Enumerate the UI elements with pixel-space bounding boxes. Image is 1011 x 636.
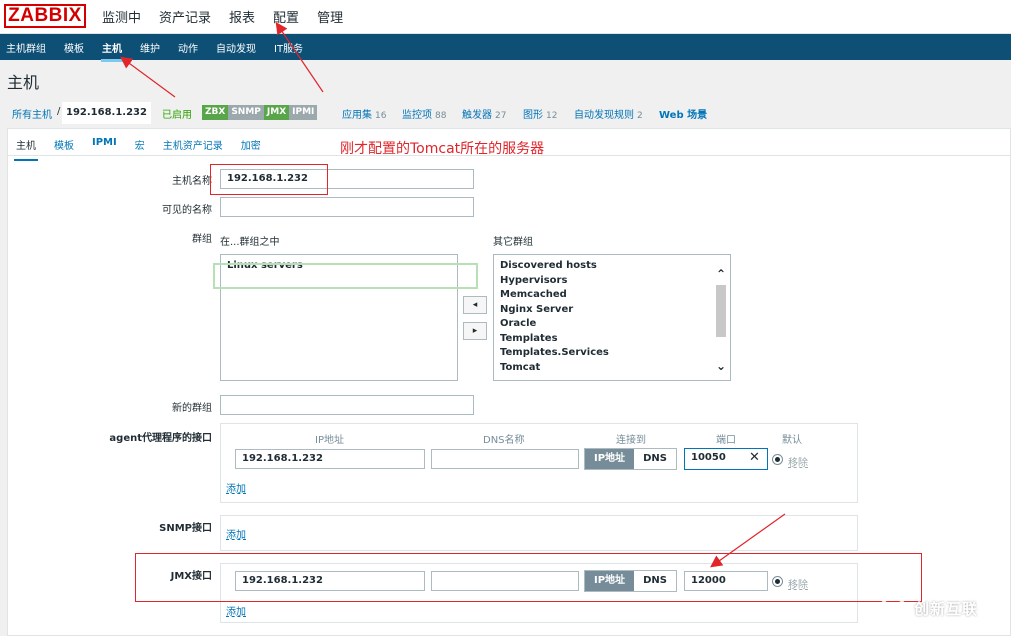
col-port-header: 端口: [716, 435, 736, 446]
submenu-templates[interactable]: 模板: [64, 40, 84, 55]
zabbix-logo[interactable]: ZABBIX: [4, 4, 86, 28]
agent-add-link[interactable]: 添加: [226, 480, 246, 495]
col-dns-header: DNS名称: [483, 435, 525, 446]
agent-default-radio[interactable]: [772, 454, 783, 465]
agent-remove-link[interactable]: 移除: [788, 454, 808, 469]
col-default-header: 默认: [782, 435, 802, 446]
list-item[interactable]: Oracle: [500, 317, 724, 332]
scrollbar-thumb[interactable]: [716, 285, 726, 337]
link-web-scenarios[interactable]: Web 场景: [659, 106, 710, 121]
in-groups-label: 在...群组之中: [220, 237, 280, 248]
top-header: ZABBIX 监测中 资产记录 报表 配置 管理: [0, 0, 1011, 34]
list-scrollbar[interactable]: ⌃ ⌄: [714, 259, 728, 373]
col-ip-header: IP地址: [315, 435, 344, 446]
snmp-add-link[interactable]: 添加: [226, 526, 246, 541]
visible-name-label: 可见的名称: [162, 205, 212, 216]
agent-dns-input[interactable]: [431, 449, 579, 469]
tab-host[interactable]: 主机: [14, 137, 38, 161]
submenu-hosts[interactable]: 主机: [101, 40, 123, 62]
arrow-to-hosts: [120, 56, 176, 98]
new-group-label: 新的群组: [172, 403, 212, 414]
page-title: 主机: [7, 73, 40, 92]
link-discovery-rules[interactable]: 自动发现规则 2: [574, 106, 643, 121]
badge-ipmi: IPMI: [289, 105, 318, 120]
link-applications[interactable]: 应用集 16: [342, 106, 386, 121]
list-item[interactable]: Memcached: [500, 288, 724, 303]
menu-inventory[interactable]: 资产记录: [159, 7, 211, 26]
badge-zbx: ZBX: [202, 105, 229, 120]
submenu-maintenance[interactable]: 维护: [140, 40, 160, 55]
new-group-highlight: [213, 263, 478, 289]
link-graphs[interactable]: 图形 12: [523, 106, 557, 121]
menu-monitoring[interactable]: 监测中: [102, 7, 141, 26]
visible-name-input[interactable]: [220, 197, 474, 217]
new-group-input[interactable]: [220, 395, 474, 415]
tab-inventory[interactable]: 主机资产记录: [163, 137, 223, 152]
move-right-button[interactable]: ▸: [463, 322, 487, 340]
groups-label: 群组: [192, 234, 212, 245]
link-items[interactable]: 监控项 88: [402, 106, 446, 121]
list-item[interactable]: Templates: [500, 332, 724, 347]
move-left-button[interactable]: ◂: [463, 296, 487, 314]
main-menu: 监测中 资产记录 报表 配置 管理: [102, 7, 343, 26]
watermark-logo-icon: [880, 596, 906, 620]
badge-snmp: SNMP: [228, 105, 264, 120]
host-breadcrumb: 所有主机 / 192.168.1.232 已启用 ZBX SNMP JMX IP…: [0, 102, 1011, 124]
snmp-interface-box: [220, 515, 858, 551]
form-tabs: 主机 模板 IPMI 宏 主机资产记录 加密: [14, 137, 261, 161]
annotation-box-host-name: [210, 164, 328, 195]
submenu-host-groups[interactable]: 主机群组: [6, 40, 46, 55]
status-enabled[interactable]: 已启用: [162, 106, 192, 121]
badge-jmx: JMX: [263, 105, 290, 120]
other-groups-label: 其它群组: [493, 237, 533, 248]
submenu-discovery[interactable]: 自动发现: [216, 40, 256, 55]
availability-badges: ZBX SNMP JMX IPMI: [202, 105, 318, 120]
breadcrumb-separator: /: [57, 106, 61, 117]
menu-administration[interactable]: 管理: [317, 7, 343, 26]
link-triggers[interactable]: 触发器 27: [462, 106, 506, 121]
tab-macros[interactable]: 宏: [135, 137, 145, 152]
jmx-add-link[interactable]: 添加: [226, 603, 246, 618]
agent-ip-input[interactable]: 192.168.1.232: [235, 449, 425, 469]
close-icon[interactable]: ✕: [749, 450, 760, 465]
list-item[interactable]: Hypervisors: [500, 274, 724, 289]
list-item[interactable]: Templates.Services: [500, 346, 724, 361]
agent-connect-ip-button[interactable]: IP地址: [585, 449, 635, 469]
snmp-interface-label: SNMP接口: [159, 523, 212, 534]
list-item[interactable]: Tomcat: [500, 361, 724, 376]
tab-encryption[interactable]: 加密: [241, 137, 261, 152]
submenu-it-services[interactable]: IT服务: [274, 40, 303, 55]
submenu-actions[interactable]: 动作: [178, 40, 198, 55]
host-name-label: 主机名称: [172, 176, 212, 187]
other-groups-list[interactable]: Discovered hosts Hypervisors Memcached N…: [493, 254, 731, 381]
tab-ipmi[interactable]: IPMI: [92, 137, 117, 152]
annotation-box-jmx: [135, 553, 922, 602]
menu-reports[interactable]: 报表: [229, 7, 255, 26]
tab-templates[interactable]: 模板: [54, 137, 74, 152]
list-item[interactable]: Nginx Server: [500, 303, 724, 318]
breadcrumb-current-host: 192.168.1.232: [62, 102, 151, 124]
sub-navigation: 主机群组 模板 主机 维护 动作 自动发现 IT服务: [0, 34, 1011, 62]
agent-interface-label: agent代理程序的接口: [109, 433, 212, 444]
agent-connect-dns-button[interactable]: DNS: [634, 449, 676, 469]
list-item[interactable]: Discovered hosts: [500, 259, 724, 274]
breadcrumb-all-hosts[interactable]: 所有主机: [12, 106, 52, 121]
watermark: 创新互联: [880, 594, 1006, 622]
chevron-down-icon[interactable]: ⌄: [714, 359, 728, 373]
annotation-text: 刚才配置的Tomcat所在的服务器: [340, 141, 545, 157]
menu-configuration[interactable]: 配置: [273, 7, 299, 26]
agent-connect-toggle: IP地址 DNS: [584, 448, 677, 470]
col-connect-header: 连接到: [616, 435, 646, 446]
watermark-text: 创新互联: [914, 600, 979, 618]
chevron-up-icon[interactable]: ⌃: [714, 267, 728, 281]
